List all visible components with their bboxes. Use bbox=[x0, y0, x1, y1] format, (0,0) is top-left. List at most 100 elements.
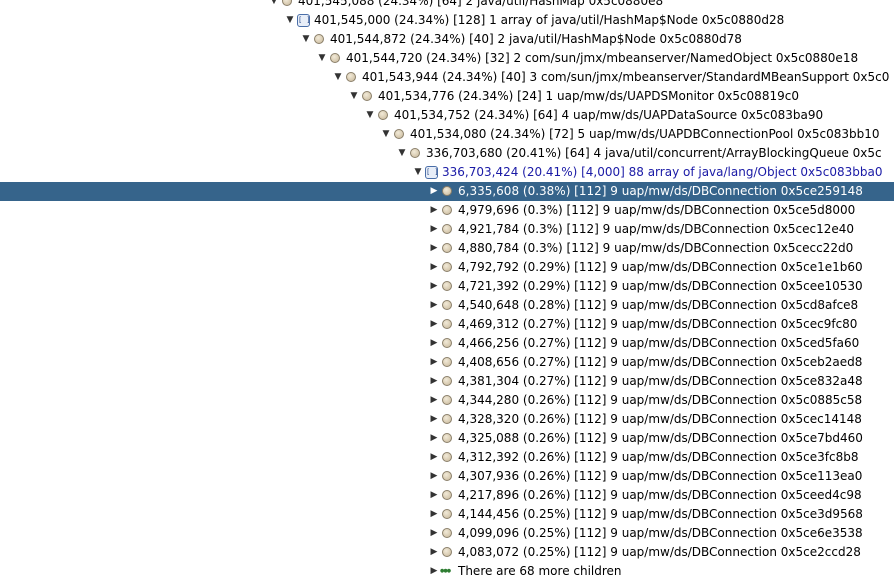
tree-row-label: 4,312,392 (0.26%) [112] 9 uap/mw/ds/DBCo… bbox=[458, 450, 859, 464]
tree-row[interactable]: ▼ 401,543,944 (24.34%) [40] 3 com/sun/jmx… bbox=[0, 68, 894, 87]
tree-row-label: 401,545,000 (24.34%) [128] 1 array of ja… bbox=[314, 13, 785, 27]
tree-row-label: 4,469,312 (0.27%) [112] 9 uap/mw/ds/DBCo… bbox=[458, 317, 858, 331]
expand-arrow-down-icon[interactable]: ▼ bbox=[317, 49, 327, 68]
expand-arrow-right-icon[interactable]: ▶ bbox=[429, 353, 439, 372]
tree-row-label: 4,381,304 (0.27%) [112] 9 uap/mw/ds/DBCo… bbox=[458, 374, 863, 388]
tree-row[interactable]: ▶ 4,099,096 (0.25%) [112] 9 uap/mw/ds/DBC… bbox=[0, 524, 894, 543]
object-icon bbox=[314, 34, 324, 44]
object-icon bbox=[442, 205, 452, 215]
expand-arrow-down-icon[interactable]: ▼ bbox=[413, 163, 423, 182]
expand-arrow-right-icon[interactable]: ▶ bbox=[429, 505, 439, 524]
tree-row[interactable]: ▶ 4,217,896 (0.26%) [112] 9 uap/mw/ds/DBC… bbox=[0, 486, 894, 505]
tree-row-label: There are 68 more children bbox=[458, 564, 622, 578]
expand-arrow-right-icon[interactable]: ▶ bbox=[429, 277, 439, 296]
tree-row[interactable]: ▼[ ] 401,545,000 (24.34%) [128] 1 array o… bbox=[0, 11, 894, 30]
expand-arrow-down-icon[interactable]: ▼ bbox=[269, 0, 279, 11]
tree-row[interactable]: ▶ 4,307,936 (0.26%) [112] 9 uap/mw/ds/DBC… bbox=[0, 467, 894, 486]
tree-row[interactable]: ▼ 401,534,776 (24.34%) [24] 1 uap/mw/ds/U… bbox=[0, 87, 894, 106]
expand-arrow-right-icon[interactable]: ▶ bbox=[429, 391, 439, 410]
tree-row[interactable]: ▶ 4,144,456 (0.25%) [112] 9 uap/mw/ds/DBC… bbox=[0, 505, 894, 524]
object-reference-tree[interactable]: ▼ 401,545,088 (24.34%) [64] 2 java/util/H… bbox=[0, 0, 894, 581]
tree-row[interactable]: ▼ 401,534,752 (24.34%) [64] 4 uap/mw/ds/U… bbox=[0, 106, 894, 125]
object-icon bbox=[410, 148, 420, 158]
tree-row-label: 336,703,424 (20.41%) [4,000] 88 array of… bbox=[442, 165, 883, 179]
object-icon bbox=[442, 357, 452, 367]
expand-arrow-right-icon[interactable]: ▶ bbox=[429, 220, 439, 239]
expand-arrow-down-icon[interactable]: ▼ bbox=[381, 125, 391, 144]
tree-row-label: 4,880,784 (0.3%) [112] 9 uap/mw/ds/DBCon… bbox=[458, 241, 854, 255]
tree-row[interactable]: ▶ 4,979,696 (0.3%) [112] 9 uap/mw/ds/DBCo… bbox=[0, 201, 894, 220]
tree-row[interactable]: ▶ 4,880,784 (0.3%) [112] 9 uap/mw/ds/DBCo… bbox=[0, 239, 894, 258]
object-icon bbox=[442, 338, 452, 348]
tree-row[interactable]: ▶ 4,083,072 (0.25%) [112] 9 uap/mw/ds/DBC… bbox=[0, 543, 894, 562]
tree-row-label: 4,083,072 (0.25%) [112] 9 uap/mw/ds/DBCo… bbox=[458, 545, 861, 559]
tree-row[interactable]: ▼ 401,545,088 (24.34%) [64] 2 java/util/H… bbox=[0, 0, 894, 11]
expand-arrow-right-icon[interactable]: ▶ bbox=[429, 524, 439, 543]
tree-row-label: 4,144,456 (0.25%) [112] 9 uap/mw/ds/DBCo… bbox=[458, 507, 863, 521]
expand-arrow-right-icon[interactable]: ▶ bbox=[429, 429, 439, 448]
expand-arrow-right-icon[interactable]: ▶ bbox=[429, 486, 439, 505]
expand-arrow-right-icon[interactable]: ▶ bbox=[429, 201, 439, 220]
object-icon bbox=[442, 186, 452, 196]
expand-arrow-right-icon[interactable]: ▶ bbox=[429, 562, 439, 581]
tree-row[interactable]: ▶ 4,469,312 (0.27%) [112] 9 uap/mw/ds/DBC… bbox=[0, 315, 894, 334]
object-icon bbox=[378, 110, 388, 120]
tree-row-label: 401,544,720 (24.34%) [32] 2 com/sun/jmx/… bbox=[346, 51, 859, 65]
object-icon bbox=[442, 414, 452, 424]
tree-row[interactable]: ▶ 4,312,392 (0.26%) [112] 9 uap/mw/ds/DBC… bbox=[0, 448, 894, 467]
tree-row[interactable]: ▶ 4,408,656 (0.27%) [112] 9 uap/mw/ds/DBC… bbox=[0, 353, 894, 372]
tree-row-label: 4,792,792 (0.29%) [112] 9 uap/mw/ds/DBCo… bbox=[458, 260, 863, 274]
tree-row[interactable]: ▼ 401,534,080 (24.34%) [72] 5 uap/mw/ds/U… bbox=[0, 125, 894, 144]
expand-arrow-right-icon[interactable]: ▶ bbox=[429, 467, 439, 486]
object-icon bbox=[442, 224, 452, 234]
object-icon bbox=[442, 262, 452, 272]
tree-row-label: 4,344,280 (0.26%) [112] 9 uap/mw/ds/DBCo… bbox=[458, 393, 863, 407]
tree-row[interactable]: ▶ 4,325,088 (0.26%) [112] 9 uap/mw/ds/DBC… bbox=[0, 429, 894, 448]
tree-row[interactable]: ▶ 4,466,256 (0.27%) [112] 9 uap/mw/ds/DBC… bbox=[0, 334, 894, 353]
expand-arrow-right-icon[interactable]: ▶ bbox=[429, 182, 439, 201]
object-icon bbox=[442, 433, 452, 443]
expand-arrow-right-icon[interactable]: ▶ bbox=[429, 372, 439, 391]
tree-row[interactable]: ▼ 336,703,680 (20.41%) [64] 4 java/util/c… bbox=[0, 144, 894, 163]
tree-row[interactable]: ▼ 401,544,872 (24.34%) [40] 2 java/util/H… bbox=[0, 30, 894, 49]
tree-row[interactable]: ▶ 4,328,320 (0.26%) [112] 9 uap/mw/ds/DBC… bbox=[0, 410, 894, 429]
expand-arrow-down-icon[interactable]: ▼ bbox=[301, 30, 311, 49]
expand-arrow-right-icon[interactable]: ▶ bbox=[429, 315, 439, 334]
expand-arrow-right-icon[interactable]: ▶ bbox=[429, 448, 439, 467]
expand-arrow-right-icon[interactable]: ▶ bbox=[429, 296, 439, 315]
tree-row[interactable]: ▶ 4,540,648 (0.28%) [112] 9 uap/mw/ds/DBC… bbox=[0, 296, 894, 315]
object-icon bbox=[394, 129, 404, 139]
tree-row-label: 4,307,936 (0.26%) [112] 9 uap/mw/ds/DBCo… bbox=[458, 469, 863, 483]
tree-row[interactable]: ▼[ ] 336,703,424 (20.41%) [4,000] 88 arra… bbox=[0, 163, 894, 182]
expand-arrow-right-icon[interactable]: ▶ bbox=[429, 334, 439, 353]
expand-arrow-right-icon[interactable]: ▶ bbox=[429, 543, 439, 562]
expand-arrow-down-icon[interactable]: ▼ bbox=[285, 11, 295, 30]
expand-arrow-right-icon[interactable]: ▶ bbox=[429, 410, 439, 429]
tree-row-label: 401,534,080 (24.34%) [72] 5 uap/mw/ds/UA… bbox=[410, 127, 880, 141]
object-icon bbox=[442, 300, 452, 310]
tree-row-label: 401,543,944 (24.34%) [40] 3 com/sun/jmx/… bbox=[362, 70, 890, 84]
expand-arrow-right-icon[interactable]: ▶ bbox=[429, 258, 439, 277]
expand-arrow-down-icon[interactable]: ▼ bbox=[365, 106, 375, 125]
expand-arrow-down-icon[interactable]: ▼ bbox=[397, 144, 407, 163]
tree-row-label: 401,545,088 (24.34%) [64] 2 java/util/Ha… bbox=[298, 0, 664, 8]
array-icon: [ ] bbox=[425, 166, 439, 179]
tree-row-label: 401,534,752 (24.34%) [64] 4 uap/mw/ds/UA… bbox=[394, 108, 824, 122]
tree-row[interactable]: ▶ 4,381,304 (0.27%) [112] 9 uap/mw/ds/DBC… bbox=[0, 372, 894, 391]
object-icon bbox=[362, 91, 372, 101]
expand-arrow-down-icon[interactable]: ▼ bbox=[349, 87, 359, 106]
tree-row[interactable]: ▶ 6,335,608 (0.38%) [112] 9 uap/mw/ds/DBC… bbox=[0, 182, 894, 201]
tree-row[interactable]: ▶ 4,792,792 (0.29%) [112] 9 uap/mw/ds/DBC… bbox=[0, 258, 894, 277]
expand-arrow-down-icon[interactable]: ▼ bbox=[333, 68, 343, 87]
tree-row-label: 4,325,088 (0.26%) [112] 9 uap/mw/ds/DBCo… bbox=[458, 431, 863, 445]
tree-row[interactable]: ▶ 4,721,392 (0.29%) [112] 9 uap/mw/ds/DBC… bbox=[0, 277, 894, 296]
tree-row-label: 401,534,776 (24.34%) [24] 1 uap/mw/ds/UA… bbox=[378, 89, 799, 103]
object-icon bbox=[442, 319, 452, 329]
more-children-row[interactable]: ▶ ●●● There are 68 more children bbox=[0, 562, 894, 581]
tree-row-label: 4,328,320 (0.26%) [112] 9 uap/mw/ds/DBCo… bbox=[458, 412, 862, 426]
tree-row[interactable]: ▶ 4,921,784 (0.3%) [112] 9 uap/mw/ds/DBCo… bbox=[0, 220, 894, 239]
expand-arrow-right-icon[interactable]: ▶ bbox=[429, 239, 439, 258]
tree-row-label: 4,099,096 (0.25%) [112] 9 uap/mw/ds/DBCo… bbox=[458, 526, 863, 540]
tree-row[interactable]: ▶ 4,344,280 (0.26%) [112] 9 uap/mw/ds/DBC… bbox=[0, 391, 894, 410]
tree-row[interactable]: ▼ 401,544,720 (24.34%) [32] 2 com/sun/jmx… bbox=[0, 49, 894, 68]
